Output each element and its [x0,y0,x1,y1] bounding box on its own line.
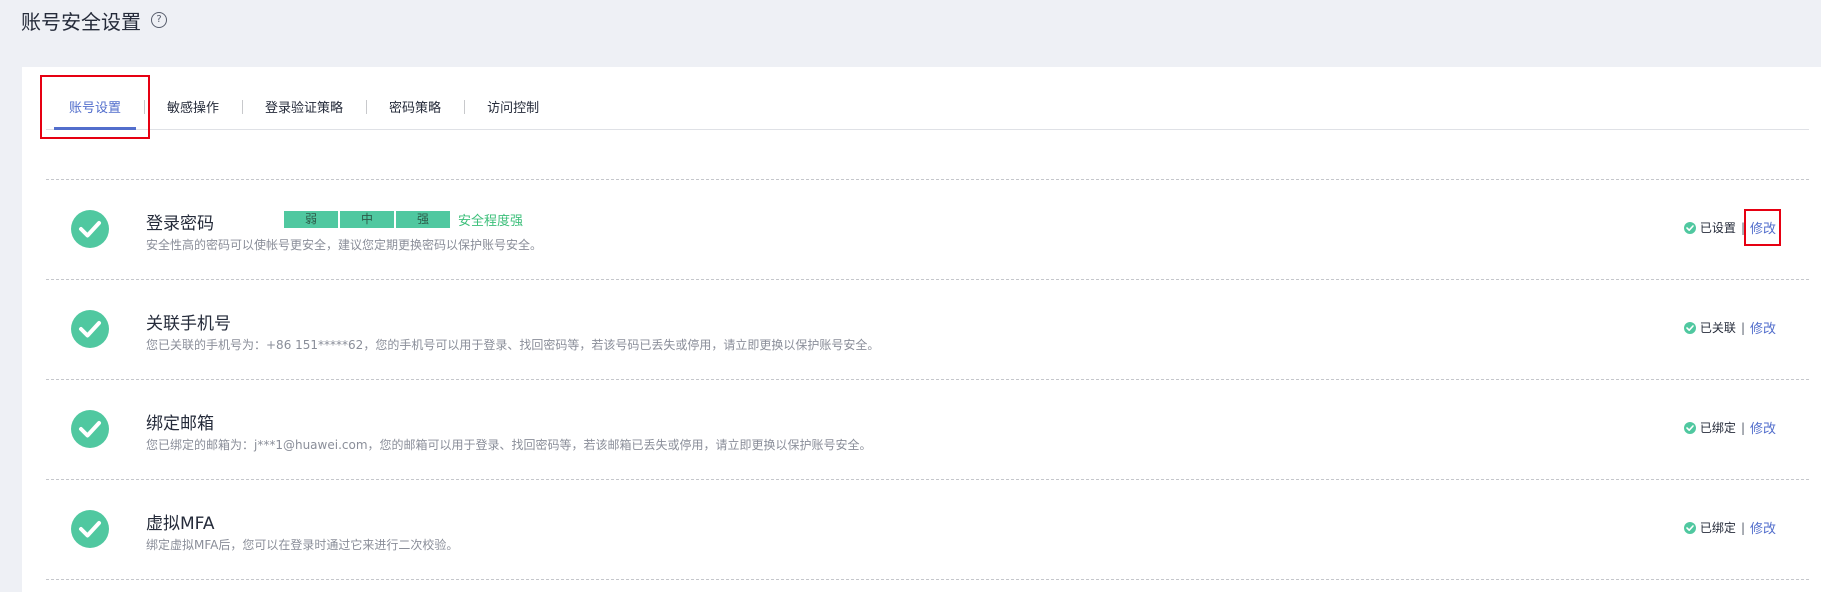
tab-label: 账号设置 [69,100,122,116]
tab-login-verification-policy[interactable]: 登录验证策略 [242,83,366,129]
settings-card: 账号设置 敏感操作 登录验证策略 密码策略 访问控制 登录密码 弱 中 强 安全… [22,67,1821,592]
status-text: 已绑定 [1699,521,1736,535]
tab-password-policy[interactable]: 密码策略 [366,83,464,129]
strength-medium: 中 [340,211,394,228]
strength-strong: 强 [396,211,450,228]
tab-label: 敏感操作 [167,100,220,116]
status-check-icon [1683,321,1696,334]
row-description: 您已绑定的邮箱为：j***1@huawei.com，您的邮箱可以用于登录、找回密… [146,438,872,452]
tab-bar: 账号设置 敏感操作 登录验证策略 密码策略 访问控制 [40,75,1809,139]
modify-mfa-link[interactable]: 修改 [1750,518,1776,537]
strength-weak: 弱 [284,211,338,228]
row-title: 登录密码 [146,214,214,234]
row-title: 关联手机号 [146,314,231,334]
tab-sensitive-operations[interactable]: 敏感操作 [144,83,242,129]
question-circle-icon[interactable]: ? [151,12,167,28]
password-strength-meter: 弱 中 强 安全程度强 [284,210,523,229]
modify-label: 修改 [1749,222,1776,237]
list-item-login-password: 登录密码 弱 中 强 安全程度强 安全性高的密码可以使帐号更安全，建议您定期更换… [46,180,1809,280]
check-circle-icon [71,310,109,348]
status-check-icon [1683,521,1696,534]
row-description: 绑定虚拟MFA后，您可以在登录时通过它来进行二次校验。 [146,538,459,552]
tab-label: 登录验证策略 [265,100,344,116]
list-item-bound-email: 绑定邮箱 您已绑定的邮箱为：j***1@huawei.com，您的邮箱可以用于登… [46,380,1809,480]
row-status: 已关联 | 修改 [1683,318,1776,337]
row-status: 已设置 | 修改 [1683,209,1781,246]
tab-access-control[interactable]: 访问控制 [464,83,562,129]
row-status: 已绑定 | 修改 [1683,418,1776,437]
divider: | [1740,220,1745,235]
page-header: 账号安全设置 ? [21,0,167,40]
strength-label: 安全程度强 [458,214,524,229]
row-status: 已绑定 | 修改 [1683,518,1776,537]
status-text: 已设置 [1699,221,1736,235]
modify-email-link[interactable]: 修改 [1750,418,1776,437]
status-text: 已关联 [1699,321,1736,335]
status-check-icon [1683,421,1696,434]
status-text: 已绑定 [1699,421,1736,435]
modify-phone-link[interactable]: 修改 [1750,318,1776,337]
divider: | [1740,320,1745,335]
row-description: 安全性高的密码可以使帐号更安全，建议您定期更换密码以保护账号安全。 [146,238,543,252]
row-title: 绑定邮箱 [146,414,214,434]
modify-password-link[interactable]: 修改 [1743,209,1781,246]
divider: | [1740,520,1745,535]
list-item-virtual-mfa: 虚拟MFA 绑定虚拟MFA后，您可以在登录时通过它来进行二次校验。 已绑定 | … [46,480,1809,580]
tab-label: 访问控制 [487,100,540,116]
tab-label: 密码策略 [389,100,442,116]
list-item-linked-phone: 关联手机号 您已关联的手机号为：+86 151*****62，您的手机号可以用于… [46,280,1809,380]
tab-account-settings[interactable]: 账号设置 [40,75,151,139]
status-check-icon [1683,221,1696,234]
row-title: 虚拟MFA [146,514,215,534]
divider: | [1740,420,1745,435]
check-circle-icon [71,210,109,248]
security-settings-list: 登录密码 弱 中 强 安全程度强 安全性高的密码可以使帐号更安全，建议您定期更换… [46,179,1809,580]
check-circle-icon [71,510,109,548]
page-title: 账号安全设置 [21,9,141,34]
check-circle-icon [71,410,109,448]
row-description: 您已关联的手机号为：+86 151*****62，您的手机号可以用于登录、找回密… [146,338,880,352]
